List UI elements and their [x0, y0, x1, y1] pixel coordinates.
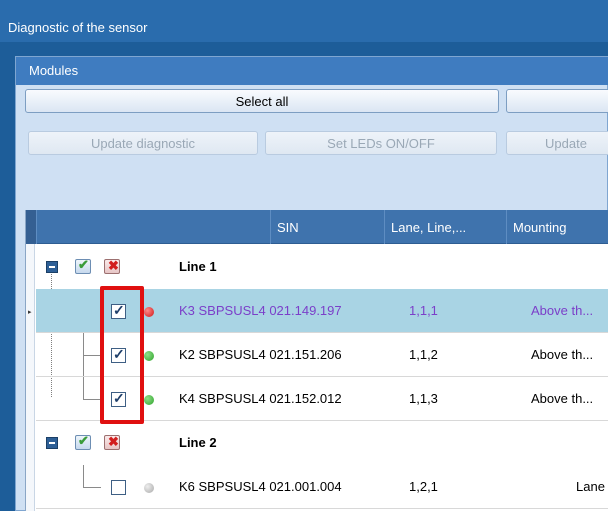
row-sin: K4 SBPSUSL4 021.152.012	[179, 391, 342, 406]
table-row[interactable]: K6 SBPSUSL4 021.001.004 1,2,1 Lane	[36, 465, 608, 509]
row-sin: K2 SBPSUSL4 021.151.206	[179, 347, 342, 362]
modules-panel-title: Modules	[29, 63, 79, 78]
column-header-lane-label: Lane, Line,...	[391, 219, 467, 235]
row-lane: 1,1,3	[409, 391, 438, 406]
select-all-button[interactable]: Select all	[25, 89, 499, 113]
uncheck-all-icon[interactable]: ✖	[104, 258, 120, 274]
column-header-mounting[interactable]: Mounting	[506, 210, 608, 244]
set-leds-button[interactable]: Set LEDs ON/OFF	[265, 131, 497, 155]
green-led-icon	[144, 351, 154, 361]
group-label: Line 1	[179, 259, 217, 274]
row-mounting: Above th...	[531, 303, 594, 318]
row-mounting: Above th...	[531, 347, 594, 362]
update-label: Update	[545, 135, 587, 151]
red-led-icon	[144, 307, 154, 317]
collapse-minus-icon[interactable]	[46, 261, 58, 273]
gray-led-icon	[144, 483, 154, 493]
column-header-tree[interactable]	[36, 210, 270, 244]
set-leds-label: Set LEDs ON/OFF	[327, 135, 435, 151]
row-sin: K3 SBPSUSL4 021.149.197	[179, 303, 342, 318]
row-indicator-column	[26, 244, 35, 511]
group-label: Line 2	[179, 435, 217, 450]
modules-panel-header: Modules	[16, 57, 608, 85]
update-button[interactable]: Update	[506, 131, 608, 155]
check-all-icon[interactable]: ✔	[75, 257, 91, 274]
group-row-line-2[interactable]: ✔ ✖ Line 2	[36, 421, 608, 465]
toolbar-button-truncated[interactable]	[506, 89, 608, 113]
update-diagnostic-button[interactable]: Update diagnostic	[28, 131, 258, 155]
column-header-lane[interactable]: Lane, Line,...	[384, 210, 506, 244]
collapse-minus-icon[interactable]	[46, 437, 58, 449]
group-row-line-1[interactable]: ✔ ✖ Line 1	[36, 245, 608, 289]
grid-header: SIN Lane, Line,... Mounting	[26, 210, 608, 244]
window-title: Diagnostic of the sensor	[8, 20, 148, 35]
update-diagnostic-label: Update diagnostic	[90, 135, 196, 151]
diagnostic-window: Diagnostic of the sensor Modules Select …	[0, 0, 608, 511]
row-lane: 1,1,2	[409, 347, 438, 362]
row-mounting: Lane	[576, 479, 605, 494]
row-indicator-header	[26, 210, 36, 244]
check-all-icon[interactable]: ✔	[75, 433, 91, 450]
column-header-sin[interactable]: SIN	[270, 210, 384, 244]
row-sin: K6 SBPSUSL4 021.001.004	[179, 479, 342, 494]
checkbox-highlight-frame	[100, 286, 144, 424]
green-led-icon	[144, 395, 154, 405]
column-header-mounting-label: Mounting	[513, 219, 567, 235]
current-row-arrow-icon: ▸	[28, 309, 32, 316]
select-all-label: Select all	[235, 93, 289, 109]
window-titlebar: Diagnostic of the sensor	[0, 0, 608, 42]
row-lane: 1,1,1	[409, 303, 438, 318]
row-checkbox[interactable]	[111, 480, 126, 495]
row-mounting: Above th...	[531, 391, 594, 406]
uncheck-all-icon[interactable]: ✖	[104, 434, 120, 450]
column-header-sin-label: SIN	[277, 219, 299, 235]
row-lane: 1,2,1	[409, 479, 438, 494]
